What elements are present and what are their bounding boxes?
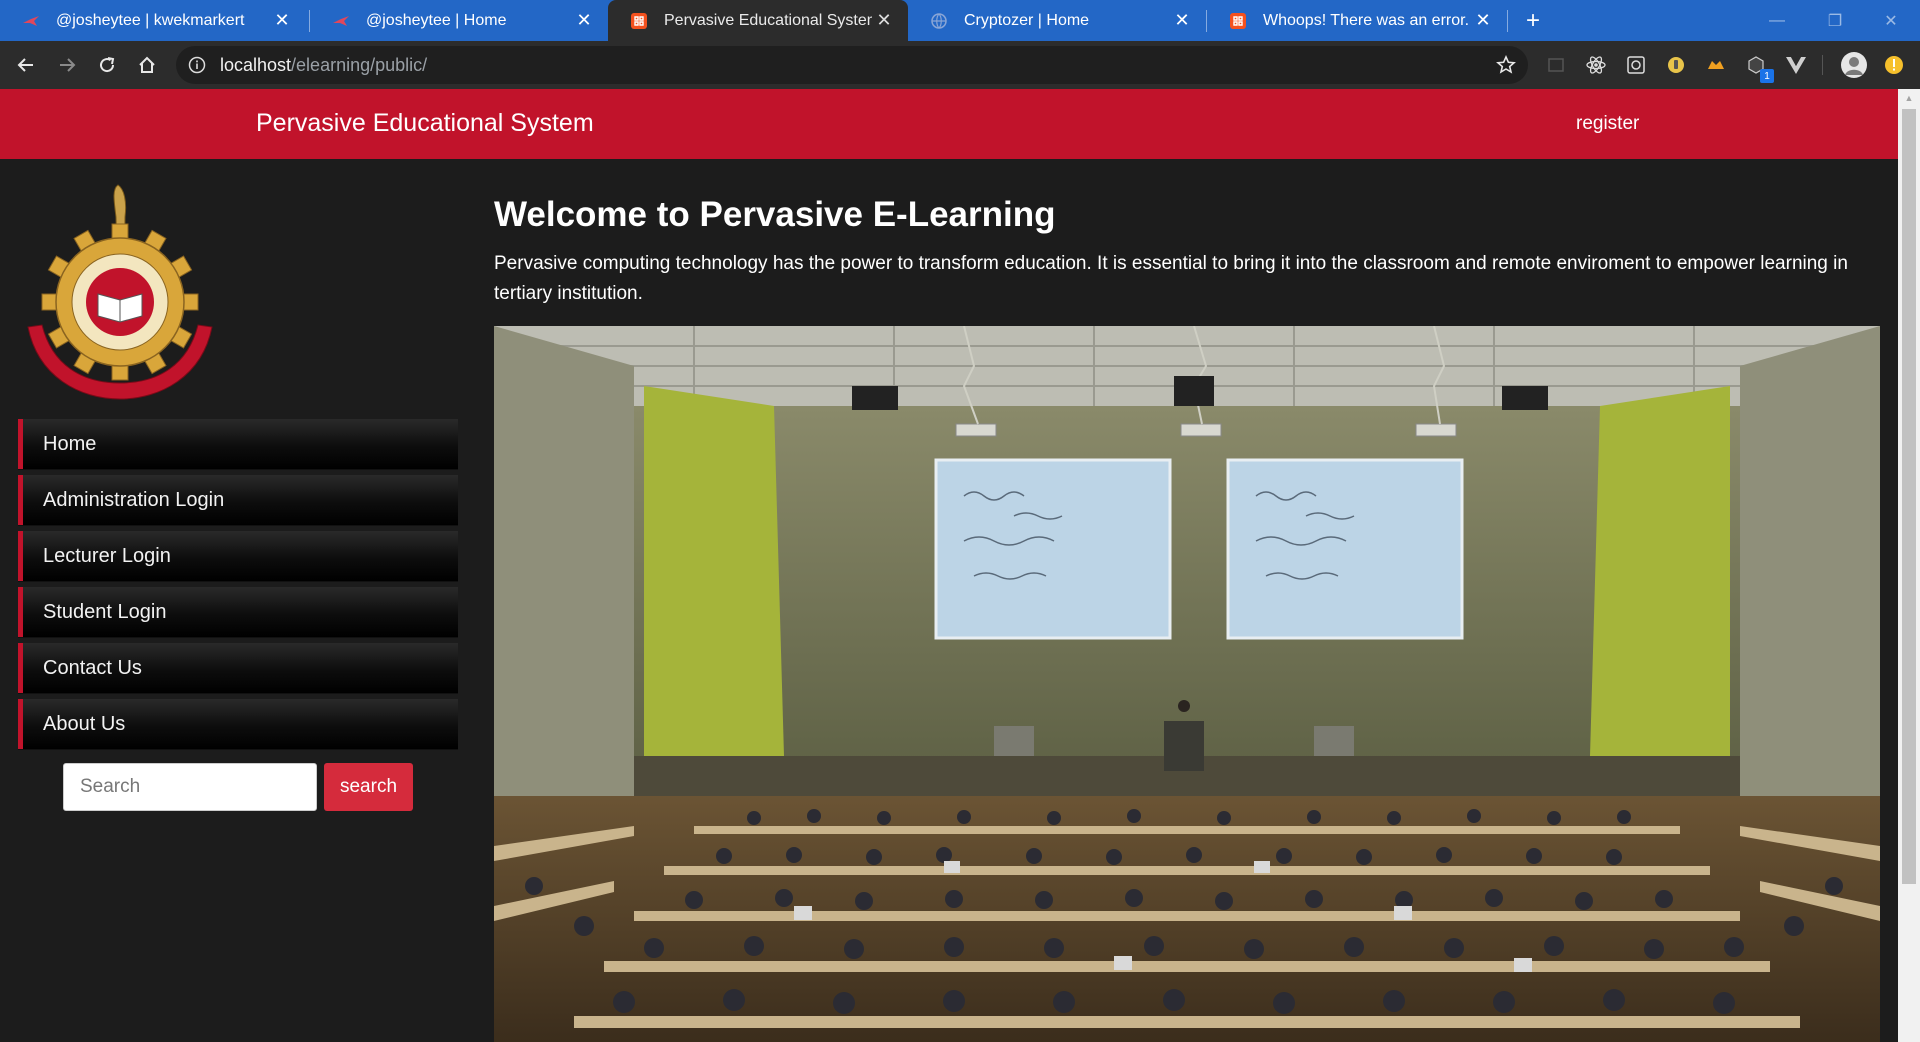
page-title: Welcome to Pervasive E-Learning [494,195,1056,234]
tab-1[interactable]: @josheytee | Home ✕ [310,0,608,41]
site-header: Pervasive Educational System register [0,89,1898,159]
bookmark-star-icon[interactable] [1494,53,1518,77]
close-icon[interactable]: ✕ [270,9,294,33]
bird-icon [22,12,40,30]
tab-title: Cryptozer | Home [964,11,1090,29]
back-button[interactable] [10,49,42,81]
university-logo [20,177,220,407]
scrollbar-thumb[interactable] [1902,109,1916,884]
tab-title: @josheytee | kwekmarkert [56,11,245,29]
reload-button[interactable] [91,49,123,81]
tab-title: @josheytee | Home [366,11,507,29]
tab-4[interactable]: Whoops! There was an error. ✕ [1207,0,1507,41]
tab-0[interactable]: @josheytee | kwekmarkert ✕ [0,0,306,41]
close-icon[interactable]: ✕ [572,9,596,33]
reload-icon [100,57,115,73]
arrow-left-icon [17,58,33,72]
url-host: localhost [220,54,292,75]
search-button[interactable]: search [324,763,413,811]
sidebar-item-home[interactable]: Home [18,419,458,469]
close-icon[interactable]: ✕ [1471,9,1495,33]
page-viewport: Pervasive Educational System register Ho… [0,89,1920,1042]
restore-button[interactable]: ❐ [1806,0,1864,41]
sidebar-item-administration-login[interactable]: Administration Login [18,475,458,525]
site-brand[interactable]: Pervasive Educational System [256,109,594,138]
close-icon[interactable]: ✕ [1170,9,1194,33]
sidebar-item-student-login[interactable]: Student Login [18,587,458,637]
page-scrollbar[interactable]: ▲ [1898,89,1920,1042]
tab-separator [1507,10,1508,32]
close-icon[interactable]: ✕ [872,9,896,33]
close-window-button[interactable]: ✕ [1862,0,1920,41]
laravel-icon [1229,12,1247,30]
tab-3[interactable]: Cryptozer | Home ✕ [908,0,1206,41]
tab-strip: @josheytee | kwekmarkert ✕ @josheytee | … [0,0,1920,41]
tab-2[interactable]: Pervasive Educational System ✕ [608,0,908,41]
tab-title: Whoops! There was an error. [1263,11,1470,29]
url-text: localhost/elearning/public/ [220,55,427,76]
new-tab-button[interactable]: + [1519,7,1547,35]
main-content: Welcome to Pervasive E-Learning Pervasiv… [494,195,1880,309]
arrow-right-icon [60,58,76,72]
tab-title: Pervasive Educational System [664,11,872,29]
vue-devtools-icon[interactable] [1784,53,1808,77]
profile-avatar[interactable] [1840,51,1868,79]
laravel-icon [630,12,648,30]
fox-extension-icon[interactable] [1704,53,1728,77]
sidebar-item-contact-us[interactable]: Contact Us [18,643,458,693]
info-icon[interactable] [188,56,206,74]
forward-button[interactable] [51,49,83,81]
sidebar-item-lecturer-login[interactable]: Lecturer Login [18,531,458,581]
toolbar-divider [1822,55,1823,75]
package-extension-icon[interactable]: 1 [1744,53,1774,83]
react-devtools-icon[interactable] [1584,53,1608,77]
notification-icon[interactable] [1882,53,1906,77]
url-path: /elearning/public/ [291,54,428,75]
bulb-extension-icon[interactable] [1664,53,1688,77]
camera-extension-icon[interactable] [1624,53,1648,77]
bird-icon [332,12,350,30]
extension-badge: 1 [1760,69,1774,83]
intro-paragraph: Pervasive computing technology has the p… [494,253,1848,304]
sidebar-nav: Home Administration Login Lecturer Login… [18,419,458,755]
scroll-up-arrow-icon[interactable]: ▲ [1898,89,1920,107]
sidebar-item-about-us[interactable]: About Us [18,699,458,749]
search-input[interactable] [63,763,317,811]
search-form: search [63,763,413,811]
home-button[interactable] [131,49,163,81]
register-link[interactable]: register [1576,113,1639,135]
address-bar[interactable]: localhost/elearning/public/ [176,46,1528,84]
minimize-button[interactable]: — [1748,0,1806,41]
home-icon [139,56,155,73]
extension-icon-1[interactable] [1544,53,1568,77]
lecture-hall-image [494,326,1880,1042]
globe-icon [930,12,948,30]
browser-toolbar: localhost/elearning/public/ 1 [0,41,1920,89]
